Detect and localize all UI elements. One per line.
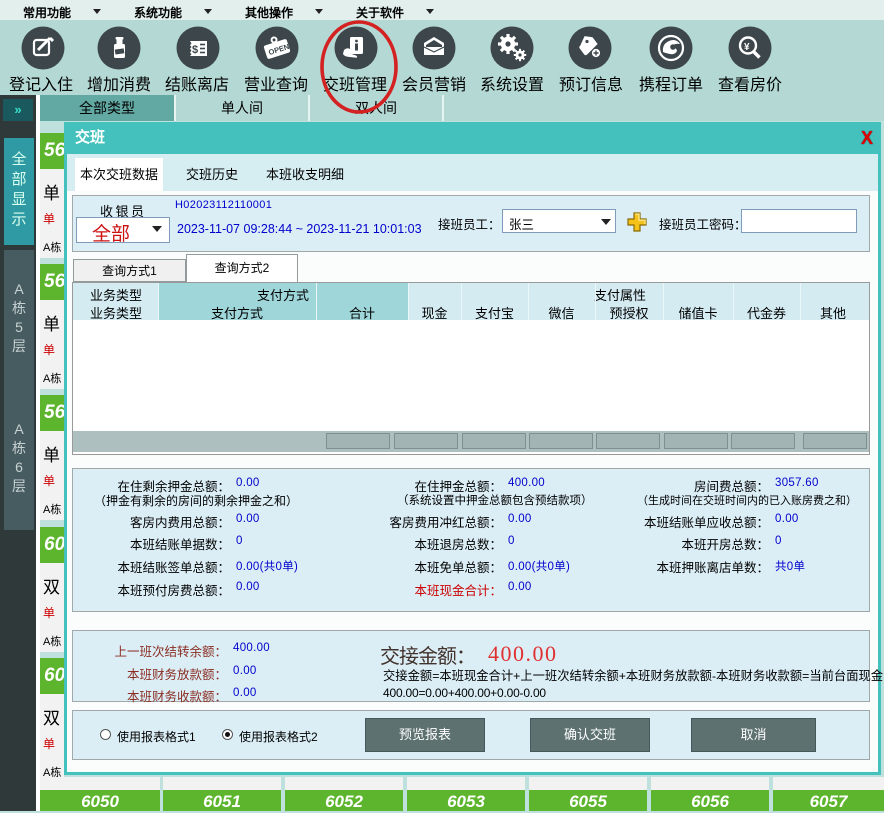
svg-text:¥: ¥ xyxy=(744,42,750,53)
svg-text:$: $ xyxy=(192,44,198,56)
